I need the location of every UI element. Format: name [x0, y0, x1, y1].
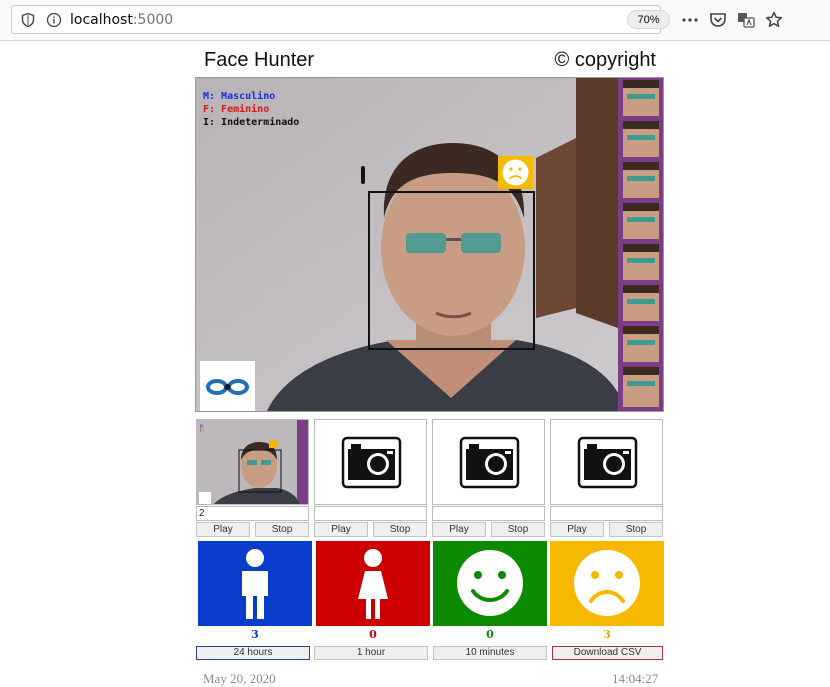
footer-date: May 20, 2020	[203, 671, 276, 686]
infinity-logo-icon	[206, 379, 249, 395]
recording-slot: Play Stop	[314, 419, 427, 537]
play-button[interactable]: Play	[314, 522, 368, 537]
zoom-level-badge[interactable]: 70%	[627, 10, 670, 29]
sad-face-icon	[574, 550, 640, 616]
slot-preview[interactable]	[432, 419, 545, 505]
url-text[interactable]: localhost:5000	[70, 12, 173, 28]
recording-slot: Play Stop	[432, 419, 545, 537]
stop-button[interactable]: Stop	[373, 522, 427, 537]
sad-count: 3	[603, 628, 611, 641]
face-detection-box	[368, 191, 535, 350]
slot-name-input[interactable]	[432, 506, 545, 521]
camera-icon	[459, 436, 520, 489]
face-history-thumbnails	[623, 80, 659, 407]
happy-tile-image	[433, 541, 547, 626]
shield-icon[interactable]	[20, 12, 36, 28]
play-button[interactable]: Play	[432, 522, 486, 537]
pocket-icon[interactable]	[708, 10, 728, 30]
happy-count: 0	[486, 628, 494, 641]
stop-button[interactable]: Stop	[491, 522, 545, 537]
download-csv-button[interactable]: Download CSV	[552, 646, 663, 660]
play-button[interactable]: Play	[550, 522, 604, 537]
slot-preview[interactable]	[314, 419, 427, 505]
female-count: 0	[369, 628, 377, 641]
more-actions-icon[interactable]	[680, 10, 700, 30]
legend-undetermined: I: Indeterminado	[203, 117, 300, 128]
female-person-icon	[358, 549, 388, 619]
browser-toolbar: localhost:5000 70%	[0, 0, 830, 41]
male-tile-image	[198, 541, 312, 626]
slot-name-input[interactable]	[314, 506, 427, 521]
camera-icon	[577, 436, 638, 489]
range-1-hour-button[interactable]: 1 hour	[314, 646, 428, 660]
copyright-text: © copyright	[554, 49, 656, 71]
range-10-minutes-button[interactable]: 10 minutes	[433, 646, 547, 660]
camera-icon	[341, 436, 402, 489]
slot-name-input[interactable]	[550, 506, 663, 521]
page-header: Face Hunter © copyright	[195, 42, 665, 76]
url-host: localhost	[70, 12, 133, 28]
svg-text:F:: F:	[200, 428, 205, 433]
info-icon[interactable]	[46, 12, 62, 28]
sad-count-tile: 3	[550, 541, 664, 643]
slot-preview[interactable]	[550, 419, 663, 505]
brand-logo	[200, 361, 255, 411]
legend-female: F: Feminino	[203, 104, 270, 115]
stop-button[interactable]: Stop	[609, 522, 663, 537]
male-count: 3	[251, 628, 259, 641]
emotion-badge	[498, 156, 533, 189]
slot-name-input[interactable]: 2	[196, 506, 309, 521]
play-button[interactable]: Play	[196, 522, 250, 537]
url-port: :5000	[132, 12, 174, 28]
face-history-strip	[618, 78, 663, 411]
range-24-hours-button[interactable]: 24 hours	[196, 646, 310, 660]
camera-snapshot-image: M: F:	[197, 420, 308, 504]
happy-count-tile: 0	[433, 541, 547, 643]
page-title: Face Hunter	[204, 49, 315, 71]
sad-tile-image	[550, 541, 664, 626]
address-bar[interactable]: localhost:5000 70%	[11, 5, 670, 34]
happy-face-icon	[457, 550, 523, 616]
gender-legend: M: Masculino F: Feminino I: Indeterminad…	[203, 90, 299, 129]
recording-slot: Play Stop	[550, 419, 663, 537]
translate-icon[interactable]	[736, 10, 756, 30]
female-tile-image	[316, 541, 430, 626]
male-person-icon	[242, 549, 268, 619]
female-count-tile: 0	[316, 541, 430, 643]
bookmark-star-icon[interactable]	[764, 10, 784, 30]
sad-face-icon	[502, 159, 529, 186]
camera-feed: M: Masculino F: Feminino I: Indeterminad…	[195, 77, 664, 412]
stop-button[interactable]: Stop	[255, 522, 309, 537]
slot-preview[interactable]: M: F:	[196, 419, 309, 505]
footer-time: 14:04:27	[612, 671, 659, 686]
legend-male: M: Masculino	[203, 91, 276, 102]
recording-slot: M: F: 2 Play Stop	[196, 419, 309, 537]
male-count-tile: 3	[198, 541, 312, 643]
